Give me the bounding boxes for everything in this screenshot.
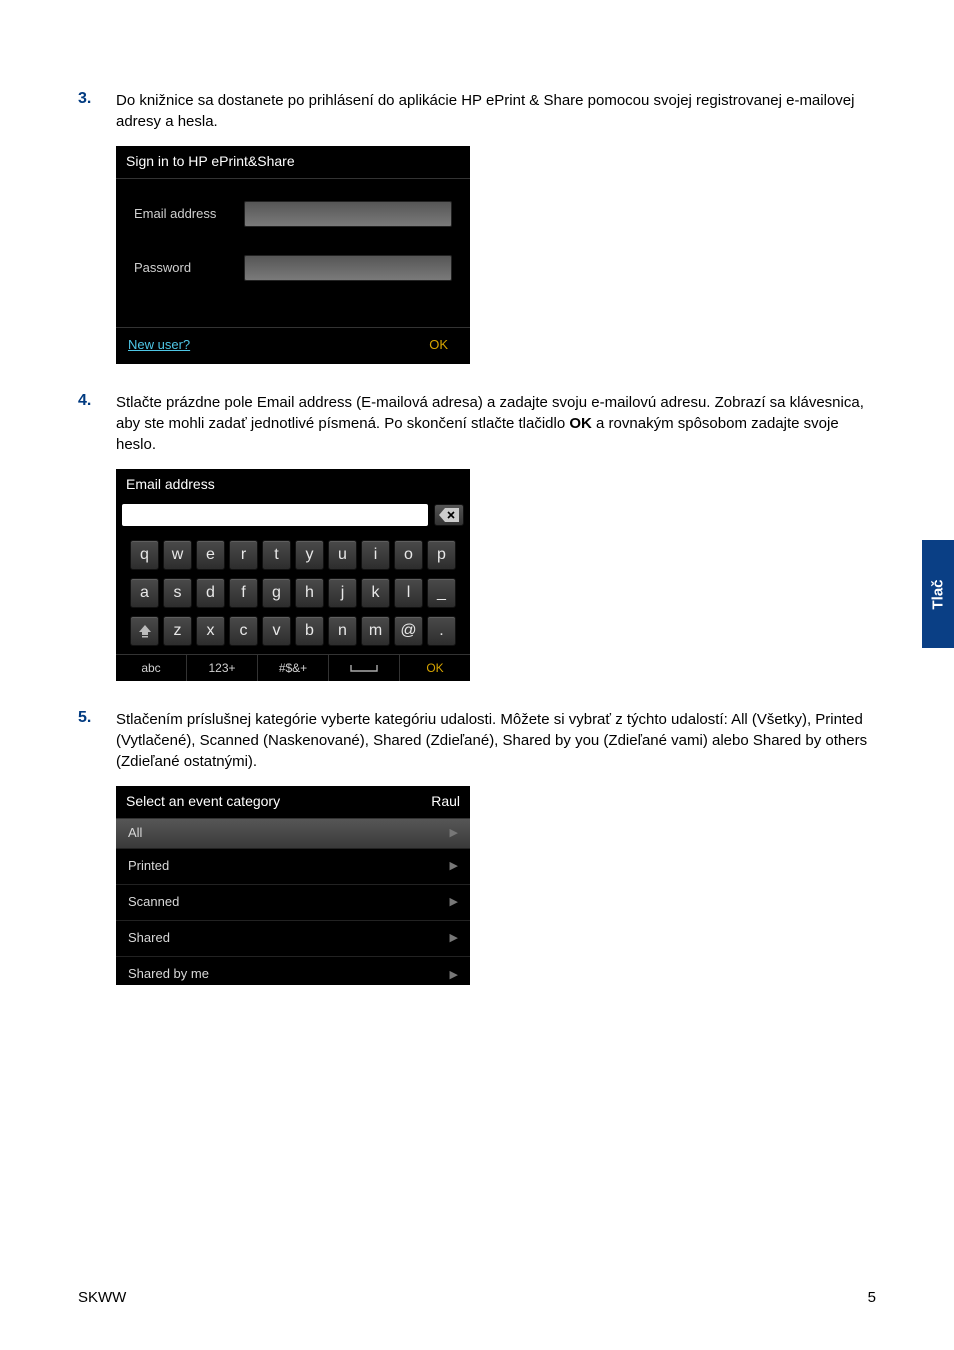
key-v[interactable]: v: [262, 616, 291, 646]
footer-left: SKWW: [78, 1289, 126, 1306]
categories-screenshot: Select an event category Raul All ▶ Prin…: [116, 786, 470, 985]
shift-key[interactable]: [130, 616, 159, 646]
page-number: 5: [868, 1289, 876, 1306]
key-w[interactable]: w: [163, 540, 192, 570]
key-d[interactable]: d: [196, 578, 225, 608]
keyboard-row-2: a s d f g h j k l _: [120, 578, 466, 608]
chevron-right-icon: ▶: [450, 826, 458, 841]
step-5-text: Stlačením príslušnej kategórie vyberte k…: [116, 709, 876, 772]
key-y[interactable]: y: [295, 540, 324, 570]
step-number-5: 5.: [78, 709, 116, 995]
keyboard-space-button[interactable]: [329, 655, 400, 681]
signin-ok-button[interactable]: OK: [419, 334, 458, 356]
key-e[interactable]: e: [196, 540, 225, 570]
key-period[interactable]: .: [427, 616, 456, 646]
key-at[interactable]: @: [394, 616, 423, 646]
key-x[interactable]: x: [196, 616, 225, 646]
categories-user: Raul: [431, 792, 460, 812]
key-p[interactable]: p: [427, 540, 456, 570]
keyboard-input[interactable]: [122, 504, 428, 526]
key-u[interactable]: u: [328, 540, 357, 570]
key-b[interactable]: b: [295, 616, 324, 646]
category-shared[interactable]: Shared ▶: [116, 921, 470, 957]
side-tab: Tlač: [922, 540, 954, 648]
keyboard-row-3: z x c v b n m @ .: [120, 616, 466, 646]
key-f[interactable]: f: [229, 578, 258, 608]
keyboard-symbols-button[interactable]: #$&+: [258, 655, 329, 681]
key-z[interactable]: z: [163, 616, 192, 646]
key-h[interactable]: h: [295, 578, 324, 608]
step-4-text: Stlačte prázdne pole Email address (E-ma…: [116, 392, 876, 455]
key-j[interactable]: j: [328, 578, 357, 608]
key-g[interactable]: g: [262, 578, 291, 608]
password-field[interactable]: [244, 255, 452, 281]
keyboard-title: Email address: [116, 469, 470, 501]
key-s[interactable]: s: [163, 578, 192, 608]
key-m[interactable]: m: [361, 616, 390, 646]
category-shared-by-me[interactable]: Shared by me ▶: [116, 957, 470, 985]
keyboard-row-1: q w e r t y u i o p: [120, 540, 466, 570]
key-i[interactable]: i: [361, 540, 390, 570]
keyboard-123-button[interactable]: 123+: [187, 655, 258, 681]
chevron-right-icon: ▶: [450, 931, 458, 946]
step-3-text: Do knižnice sa dostanete po prihlásení d…: [116, 90, 876, 132]
signin-screenshot: Sign in to HP ePrint&Share Email address…: [116, 146, 470, 364]
chevron-right-icon: ▶: [450, 895, 458, 910]
categories-title: Select an event category: [126, 792, 280, 812]
keyboard-ok-button[interactable]: OK: [400, 655, 470, 681]
keyboard-abc-button[interactable]: abc: [116, 655, 187, 681]
key-c[interactable]: c: [229, 616, 258, 646]
key-a[interactable]: a: [130, 578, 159, 608]
key-n[interactable]: n: [328, 616, 357, 646]
new-user-link[interactable]: New user?: [128, 336, 190, 354]
side-tab-label: Tlač: [929, 579, 946, 609]
step-number-4: 4.: [78, 392, 116, 692]
keyboard-screenshot: Email address q w: [116, 469, 470, 682]
key-t[interactable]: t: [262, 540, 291, 570]
signin-title: Sign in to HP ePrint&Share: [116, 146, 470, 179]
step-number-3: 3.: [78, 90, 116, 374]
key-q[interactable]: q: [130, 540, 159, 570]
key-o[interactable]: o: [394, 540, 423, 570]
category-scanned[interactable]: Scanned ▶: [116, 885, 470, 921]
category-all[interactable]: All ▶: [116, 819, 470, 849]
password-label: Password: [134, 259, 244, 277]
chevron-right-icon: ▶: [450, 859, 458, 874]
backspace-key[interactable]: [434, 504, 464, 526]
email-field[interactable]: [244, 201, 452, 227]
category-printed[interactable]: Printed ▶: [116, 849, 470, 885]
chevron-right-icon: ▶: [450, 968, 458, 983]
key-r[interactable]: r: [229, 540, 258, 570]
key-underscore[interactable]: _: [427, 578, 456, 608]
key-l[interactable]: l: [394, 578, 423, 608]
email-label: Email address: [134, 205, 244, 223]
key-k[interactable]: k: [361, 578, 390, 608]
